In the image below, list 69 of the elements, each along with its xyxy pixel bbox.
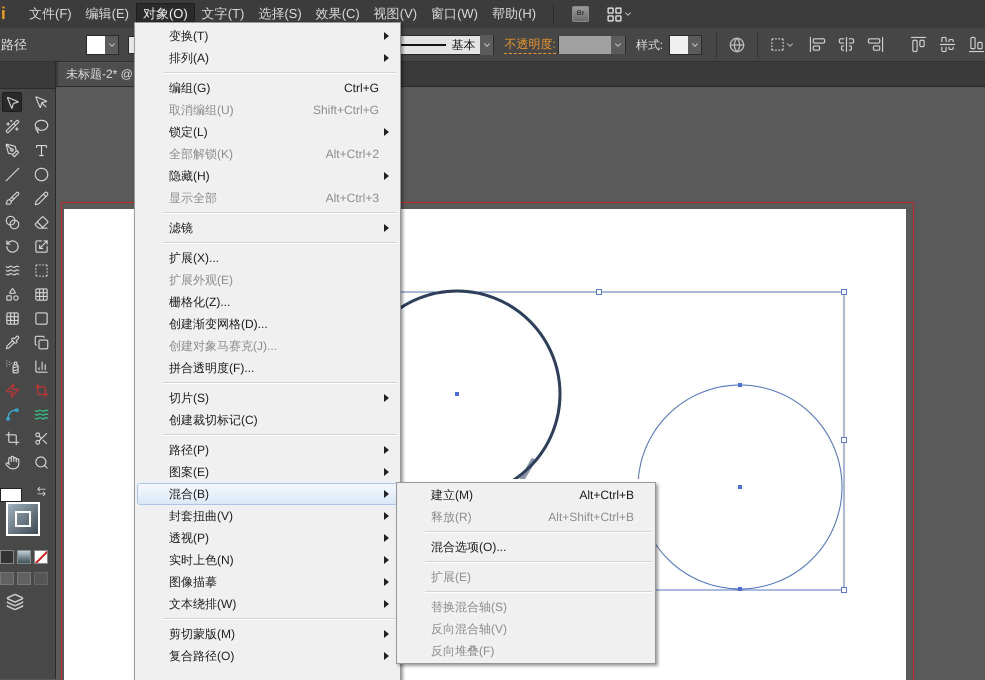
selection-type-label: 路径 bbox=[0, 36, 28, 54]
menu-bar-item[interactable]: 选择(S) bbox=[251, 3, 309, 25]
menu-item[interactable]: 创建裁切标记(C) bbox=[137, 409, 398, 431]
align-right-icon[interactable] bbox=[867, 36, 884, 53]
submenu-arrow-icon bbox=[384, 446, 389, 454]
menu-bar-item[interactable]: 效果(C) bbox=[308, 3, 367, 25]
stroke-line-icon bbox=[398, 44, 446, 46]
opacity-link[interactable]: 不透明度: bbox=[504, 35, 556, 54]
menu-item[interactable]: 图像描摹 bbox=[137, 571, 398, 593]
align-top-icon[interactable] bbox=[910, 36, 927, 53]
fill-swatch-dropdown[interactable] bbox=[86, 34, 120, 54]
menu-item[interactable]: 图案(E) bbox=[137, 461, 398, 483]
fill-color-swatch[interactable] bbox=[0, 488, 22, 502]
menu-item[interactable]: 隐藏(H) bbox=[137, 165, 398, 187]
menu-item[interactable]: 混合(B) bbox=[137, 483, 398, 505]
menu-item[interactable]: 文本绕排(W) bbox=[137, 593, 398, 615]
submenu-arrow-icon bbox=[384, 512, 389, 520]
menu-bar-item[interactable]: 窗口(W) bbox=[424, 3, 486, 25]
submenu-arrow-icon bbox=[384, 172, 389, 180]
submenu-arrow-icon bbox=[384, 556, 389, 564]
recolor-artwork-icon[interactable] bbox=[729, 36, 746, 52]
menu-bar-item[interactable]: 编辑(E) bbox=[78, 3, 136, 25]
menu-item[interactable]: 锁定(L) bbox=[137, 121, 398, 143]
submenu-arrow-icon bbox=[384, 128, 389, 136]
color-mode-button[interactable] bbox=[0, 550, 14, 564]
align-to-selection-button[interactable] bbox=[770, 37, 795, 52]
menu-item[interactable]: 复合路径(O) bbox=[137, 645, 398, 667]
menu-item[interactable]: 切片(S) bbox=[137, 387, 398, 409]
style-swatch-dropdown[interactable] bbox=[669, 34, 702, 54]
panel-grip[interactable] bbox=[0, 62, 55, 89]
submenu-arrow-icon bbox=[384, 32, 389, 40]
menu-item[interactable]: 拼合透明度(F)... bbox=[137, 357, 398, 379]
menu-item[interactable]: 透视(P) bbox=[137, 527, 398, 549]
menu-item[interactable]: 创建渐变网格(D)... bbox=[137, 313, 398, 335]
submenu-arrow-icon bbox=[384, 394, 389, 402]
submenu-arrow-icon bbox=[384, 600, 389, 608]
submenu-arrow-icon bbox=[384, 468, 389, 476]
submenu-arrow-icon bbox=[384, 490, 389, 498]
workspace-layout-button[interactable] bbox=[606, 6, 634, 22]
align-horizontal-center-icon[interactable] bbox=[838, 36, 855, 53]
menu-item[interactable]: 建立(M) Alt+Ctrl+B bbox=[399, 484, 653, 506]
opacity-dropdown[interactable] bbox=[558, 36, 626, 54]
none-mode-button[interactable] bbox=[34, 550, 48, 564]
menu-item[interactable]: 混合选项(O)... bbox=[399, 536, 653, 558]
submenu-arrow-icon bbox=[384, 652, 389, 660]
submenu-arrow-icon bbox=[384, 54, 389, 62]
submenu-arrow-icon bbox=[384, 630, 389, 638]
menu-bar-item[interactable]: 帮助(H) bbox=[485, 3, 544, 25]
menu-item[interactable]: 路径(P) bbox=[137, 439, 398, 461]
align-vertical-center-icon[interactable] bbox=[939, 36, 956, 53]
submenu-arrow-icon bbox=[384, 224, 389, 232]
menu-item[interactable]: 栅格化(Z)... bbox=[137, 291, 398, 313]
stroke-color-swatch[interactable] bbox=[6, 502, 40, 536]
swap-arrows-icon[interactable] bbox=[36, 486, 47, 497]
menu-item[interactable]: 封套扭曲(V) bbox=[137, 505, 398, 527]
style-label: 样式: bbox=[636, 36, 664, 54]
menu-item[interactable]: 扩展(X)... bbox=[137, 247, 398, 269]
menu-item[interactable]: 滤镜 bbox=[137, 217, 398, 239]
menu-bar-item[interactable]: 视图(V) bbox=[366, 3, 424, 25]
menu-item[interactable]: 剪切蒙版(M) bbox=[137, 623, 398, 645]
align-bottom-icon[interactable] bbox=[968, 36, 985, 53]
menu-bar-item[interactable]: 文件(F) bbox=[22, 3, 79, 25]
align-left-icon[interactable] bbox=[809, 36, 826, 53]
menu-item[interactable]: 实时上色(N) bbox=[137, 549, 398, 571]
menu-bar-item[interactable]: 文字(T) bbox=[194, 3, 252, 25]
app-logo: i bbox=[0, 3, 7, 26]
submenu-arrow-icon bbox=[384, 534, 389, 542]
gradient-mode-button[interactable] bbox=[17, 550, 31, 564]
submenu-arrow-icon bbox=[384, 578, 389, 586]
